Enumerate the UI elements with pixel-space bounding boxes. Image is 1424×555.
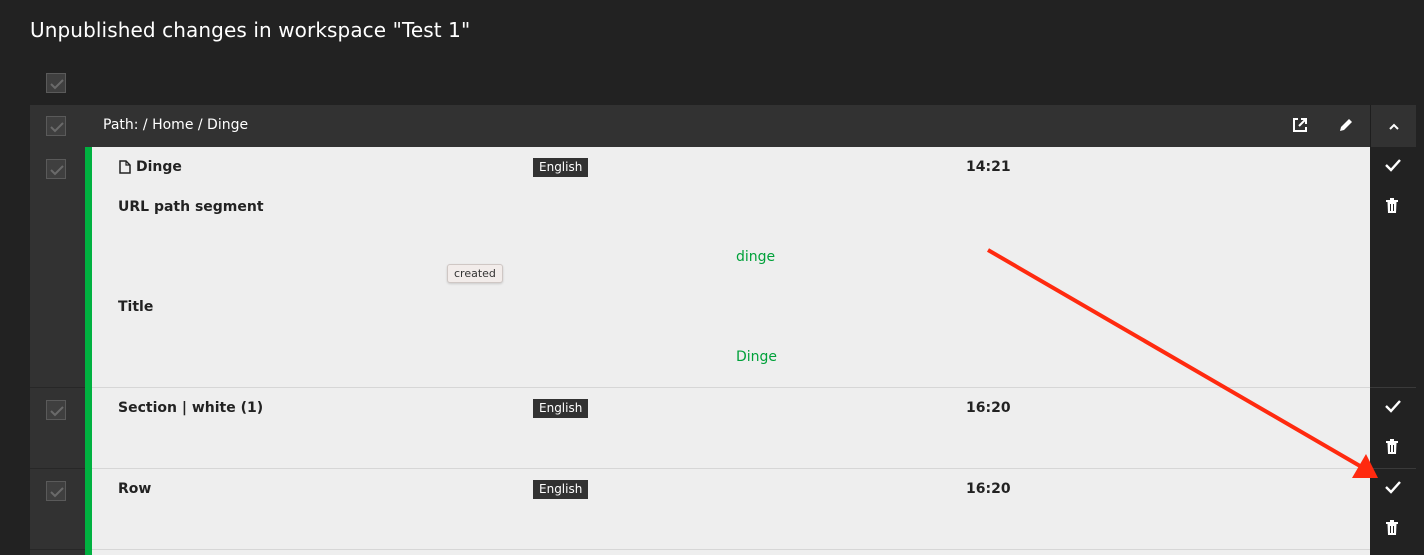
language-badge: English (533, 480, 589, 499)
select-group-checkbox[interactable] (46, 116, 66, 136)
trash-icon (1386, 520, 1398, 535)
row-actions-column (1370, 147, 1416, 555)
check-icon (1385, 159, 1401, 172)
select-all-checkbox[interactable] (46, 73, 66, 93)
page-title: Unpublished changes in workspace "Test 1… (30, 18, 471, 42)
edit-button[interactable] (1334, 113, 1358, 137)
language-badge: English (533, 399, 589, 418)
document-icon (119, 160, 131, 174)
trash-icon (1386, 439, 1398, 454)
created-status-bar (85, 147, 92, 555)
row-node-name: Dinge (136, 159, 182, 175)
pencil-icon (1340, 119, 1352, 131)
discard-button[interactable] (1378, 513, 1408, 543)
property-label: URL path segment (118, 199, 264, 215)
change-time: 16:20 (966, 481, 1011, 497)
discard-button[interactable] (1378, 191, 1408, 221)
path-bar: Path: / Home / Dinge (30, 105, 1416, 147)
created-tooltip: created (447, 264, 503, 283)
collapse-button[interactable] (1370, 105, 1416, 147)
change-time: 14:21 (966, 159, 1011, 175)
check-icon (1385, 400, 1401, 413)
property-value: dinge (736, 249, 776, 265)
row-checkbox[interactable] (46, 159, 66, 179)
language-badge: English (533, 158, 589, 177)
change-time: 16:20 (966, 400, 1011, 416)
row-select-column (30, 147, 85, 555)
external-link-icon (1293, 118, 1307, 132)
row-checkbox[interactable] (46, 481, 66, 501)
row-checkbox[interactable] (46, 400, 66, 420)
publish-button[interactable] (1378, 392, 1408, 422)
publish-button[interactable] (1378, 473, 1408, 503)
publish-button[interactable] (1378, 151, 1408, 181)
check-icon (50, 165, 64, 176)
check-icon (50, 79, 64, 90)
discard-button[interactable] (1378, 432, 1408, 462)
changes-list: Dinge English 14:21 URL path segment din… (92, 147, 1370, 555)
property-value: Dinge (736, 349, 778, 365)
path-label: Path: / Home / Dinge (103, 117, 249, 133)
trash-icon (1386, 198, 1398, 213)
chevron-up-icon (1389, 123, 1399, 130)
row-node-name: Section | white (1) (118, 400, 264, 416)
row-node-name: Row (118, 481, 152, 497)
check-icon (50, 406, 64, 417)
open-external-button[interactable] (1288, 113, 1312, 137)
property-label: Title (118, 299, 154, 315)
check-icon (1385, 481, 1401, 494)
check-icon (50, 487, 64, 498)
check-icon (50, 122, 64, 133)
